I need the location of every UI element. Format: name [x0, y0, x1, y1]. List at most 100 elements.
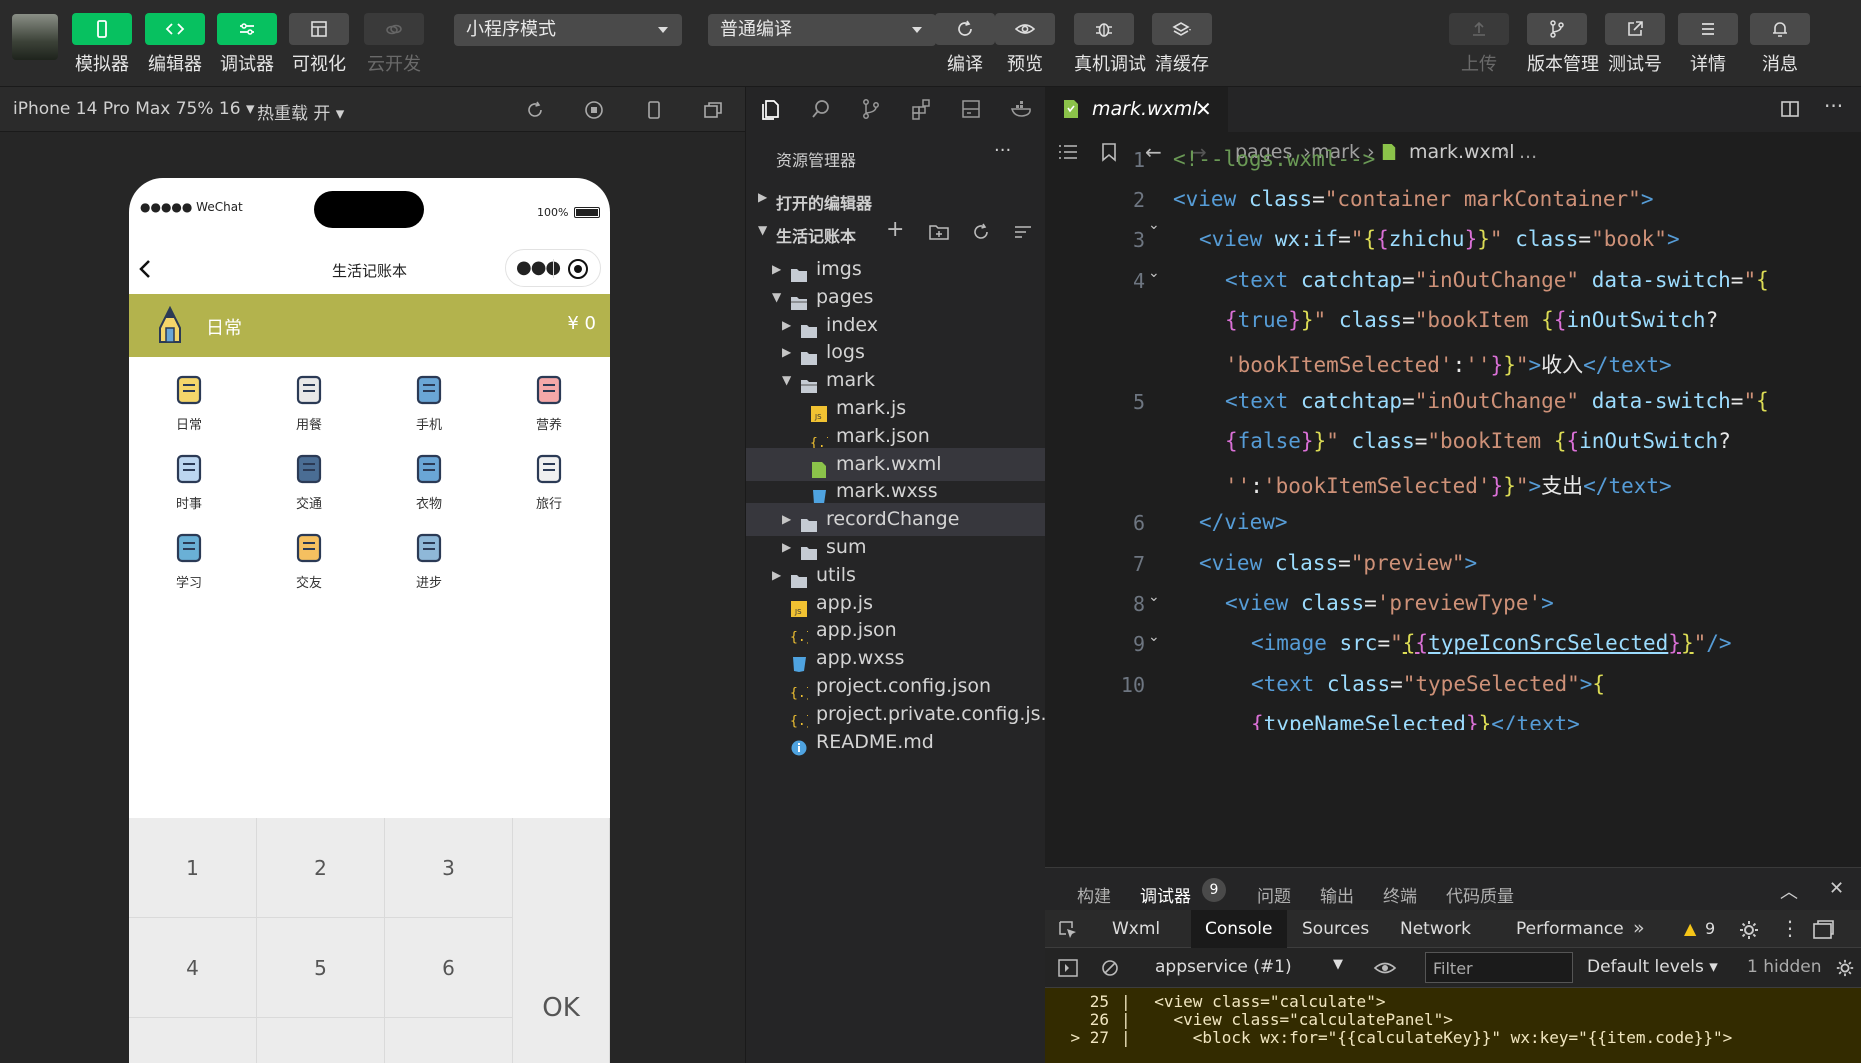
- tab-output[interactable]: 输出: [1320, 882, 1354, 907]
- tab-mark-wxml[interactable]: mark.wxml ✕: [1045, 87, 1228, 132]
- version-button[interactable]: 版本管理: [1527, 13, 1599, 76]
- dock-icon[interactable]: [1811, 919, 1835, 941]
- tab-code-quality[interactable]: 代码质量: [1446, 882, 1514, 907]
- rotate-icon[interactable]: [524, 99, 546, 121]
- messages-button[interactable]: 消息: [1750, 13, 1810, 76]
- close-capsule-icon[interactable]: [568, 259, 588, 279]
- eye-icon[interactable]: [1373, 958, 1397, 978]
- tab-wxml[interactable]: Wxml: [1098, 910, 1174, 948]
- refresh-icon[interactable]: [970, 222, 992, 242]
- search-icon[interactable]: [810, 98, 832, 120]
- chevron-up-icon[interactable]: ︿: [1780, 878, 1798, 904]
- more-icon[interactable]: ···: [994, 140, 1011, 161]
- key-row-partial[interactable]: [385, 1018, 513, 1063]
- category-item[interactable]: 交友: [249, 526, 369, 591]
- tab-debugger[interactable]: 调试器: [1140, 882, 1191, 907]
- kebab-icon[interactable]: ⋮: [1780, 916, 1800, 940]
- sidebar-toggle-icon[interactable]: [1057, 958, 1079, 978]
- ok-key[interactable]: OK: [513, 818, 610, 1063]
- files-icon[interactable]: [760, 98, 782, 120]
- clear-cache-button[interactable]: 清缓存: [1152, 13, 1212, 76]
- category-item[interactable]: 进步: [369, 526, 489, 591]
- tab-sources[interactable]: Sources: [1288, 910, 1383, 948]
- key-4[interactable]: 4: [129, 918, 257, 1018]
- category-item[interactable]: 衣物: [369, 447, 489, 512]
- details-button[interactable]: 详情: [1678, 13, 1738, 76]
- eye-icon: [995, 13, 1055, 45]
- category-item[interactable]: 手机: [369, 368, 489, 433]
- key-6[interactable]: 6: [385, 918, 513, 1018]
- debugger-button[interactable]: 调试器: [217, 13, 277, 76]
- source-control-icon[interactable]: [860, 98, 882, 120]
- clear-console-icon[interactable]: [1100, 958, 1120, 978]
- warning-icon[interactable]: ▲: [1684, 919, 1696, 938]
- tab-performance[interactable]: Performance: [1502, 910, 1638, 948]
- compile-button[interactable]: 编译: [935, 13, 995, 76]
- close-icon[interactable]: ✕: [1195, 87, 1212, 132]
- tab-terminal[interactable]: 终端: [1383, 882, 1417, 907]
- more-tabs-icon[interactable]: »: [1633, 917, 1645, 939]
- close-panel-icon[interactable]: ✕: [1829, 878, 1844, 899]
- back-arrow-icon[interactable]: ←: [1145, 132, 1162, 172]
- key-row-partial[interactable]: [129, 1018, 257, 1063]
- editor-button[interactable]: 编辑器: [145, 13, 205, 76]
- fold-icon[interactable]: ⌄: [1148, 265, 1160, 281]
- preview-button[interactable]: 预览: [995, 13, 1055, 76]
- visual-button[interactable]: 可视化: [289, 13, 349, 76]
- hot-reload-toggle[interactable]: 热重载 开 ▾: [257, 99, 344, 124]
- mode-select[interactable]: 小程序模式: [454, 14, 682, 46]
- gear-icon[interactable]: [1835, 958, 1855, 978]
- compile-select[interactable]: 普通编译: [708, 14, 936, 46]
- crumb-file[interactable]: mark.wxml: [1409, 132, 1515, 172]
- category-item[interactable]: 交通: [249, 447, 369, 512]
- extensions-icon[interactable]: [910, 98, 932, 120]
- device-select[interactable]: iPhone 14 Pro Max 75% 16 ▾: [13, 99, 255, 119]
- fold-icon[interactable]: ⌄: [1148, 629, 1160, 645]
- open-editors-section[interactable]: ▶ 打开的编辑器: [746, 186, 1046, 216]
- simulator-button[interactable]: 模拟器: [72, 13, 132, 76]
- category-item[interactable]: 旅行: [489, 447, 609, 512]
- tab-build[interactable]: 构建: [1077, 882, 1111, 907]
- inspect-icon[interactable]: [1057, 919, 1079, 941]
- key-2[interactable]: 2: [257, 818, 385, 918]
- context-select[interactable]: appservice (#1): [1155, 957, 1292, 977]
- outline-icon[interactable]: [1057, 142, 1079, 162]
- device-icon[interactable]: [643, 99, 665, 121]
- key-5[interactable]: 5: [257, 918, 385, 1018]
- capsule-menu[interactable]: ●●●: [505, 249, 601, 287]
- key-row-partial[interactable]: [257, 1018, 385, 1063]
- tree-item[interactable]: README.md: [746, 726, 1046, 759]
- stop-icon[interactable]: [583, 99, 605, 121]
- fold-icon[interactable]: ⌄: [1148, 217, 1160, 233]
- crumb-symbol[interactable]: ...: [1519, 132, 1537, 172]
- cloud-button[interactable]: 云开发: [364, 13, 424, 76]
- project-section[interactable]: ▼ 生活记账本 +: [746, 217, 1046, 249]
- tab-network[interactable]: Network: [1386, 910, 1485, 948]
- fold-icon[interactable]: ⌄: [1148, 589, 1160, 605]
- gear-icon[interactable]: [1738, 919, 1760, 941]
- test-account-button[interactable]: 测试号: [1605, 13, 1665, 76]
- levels-select[interactable]: Default levels ▾: [1587, 957, 1718, 977]
- new-folder-icon[interactable]: [928, 222, 950, 242]
- category-item[interactable]: 时事: [129, 447, 249, 512]
- category-item[interactable]: 营养: [489, 368, 609, 433]
- device-debug-button[interactable]: 真机调试: [1074, 13, 1146, 76]
- split-editor-icon[interactable]: [1780, 99, 1800, 119]
- news-icon: [167, 447, 211, 491]
- category-item[interactable]: 用餐: [249, 368, 369, 433]
- category-item[interactable]: 学习: [129, 526, 249, 591]
- upload-button[interactable]: 上传: [1449, 13, 1509, 76]
- storage-icon[interactable]: [960, 98, 982, 120]
- key-3[interactable]: 3: [385, 818, 513, 918]
- avatar[interactable]: [12, 14, 58, 60]
- category-item[interactable]: 日常: [129, 368, 249, 433]
- popout-icon[interactable]: [702, 99, 724, 121]
- tab-console[interactable]: Console: [1191, 910, 1287, 948]
- collapse-icon[interactable]: [1012, 222, 1034, 242]
- new-file-icon[interactable]: +: [886, 217, 904, 242]
- more-actions-icon[interactable]: ···: [1824, 94, 1843, 118]
- filter-input[interactable]: Filter: [1425, 952, 1573, 983]
- key-1[interactable]: 1: [129, 818, 257, 918]
- docker-icon[interactable]: [1010, 98, 1034, 120]
- tab-problems[interactable]: 问题: [1257, 882, 1291, 907]
